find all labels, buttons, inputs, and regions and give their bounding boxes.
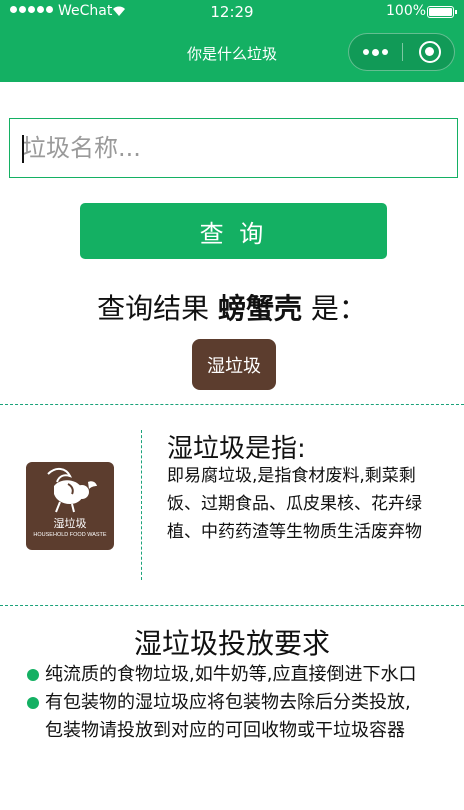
requirements-title: 湿垃圾投放要求 <box>133 627 330 660</box>
close-icon[interactable] <box>419 41 441 63</box>
logo-text-cn: 湿垃圾 <box>53 517 87 530</box>
wet-waste-logo-icon: 湿垃圾 HOUSEHOLD FOOD WASTE <box>26 462 114 550</box>
more-icon[interactable] <box>349 34 402 70</box>
requirements-list: 纯流质的食物垃圾,如牛奶等,应直接倒进下水口 有包装物的湿垃圾应将包装物去除后分… <box>27 661 427 745</box>
miniprogram-capsule <box>348 33 455 71</box>
divider <box>0 404 464 405</box>
result-suffix: 是： <box>302 292 367 325</box>
requirement-text: 有包装物的湿垃圾应将包装物去除后分类投放,包装物请投放到对应的可回收物或干垃圾容… <box>45 692 411 741</box>
search-input[interactable] <box>9 118 458 178</box>
result-heading: 查询结果 螃蟹壳 是： <box>0 287 464 327</box>
requirement-text: 纯流质的食物垃圾,如牛奶等,应直接倒进下水口 <box>45 664 417 685</box>
vertical-divider <box>141 430 142 580</box>
query-button[interactable]: 查 询 <box>80 203 387 259</box>
list-item: 纯流质的食物垃圾,如牛奶等,应直接倒进下水口 <box>27 661 427 689</box>
category-badge: 湿垃圾 <box>192 339 276 390</box>
bullet-icon <box>27 697 39 709</box>
top-bar: WeChat 12:29 100% 你是什么垃圾 <box>0 0 464 82</box>
battery-icon <box>427 6 457 18</box>
result-prefix: 查询结果 <box>97 292 218 325</box>
divider <box>0 605 464 606</box>
bullet-icon <box>27 669 39 681</box>
list-item: 有包装物的湿垃圾应将包装物去除后分类投放,包装物请投放到对应的可回收物或干垃圾容… <box>27 689 427 745</box>
result-item: 螃蟹壳 <box>217 292 302 325</box>
battery-percent: 100% <box>386 3 427 19</box>
capsule-divider <box>402 43 403 61</box>
definition-text: 即易腐垃圾,是指食材废料,剩菜剩饭、过期食品、瓜皮果核、花卉绿植、中药药渣等生物… <box>167 466 422 542</box>
definition-title: 湿垃圾是指: <box>167 434 306 464</box>
status-bar: WeChat 12:29 100% <box>0 0 464 24</box>
logo-text-en: HOUSEHOLD FOOD WASTE <box>33 532 107 538</box>
text-cursor <box>22 135 24 163</box>
